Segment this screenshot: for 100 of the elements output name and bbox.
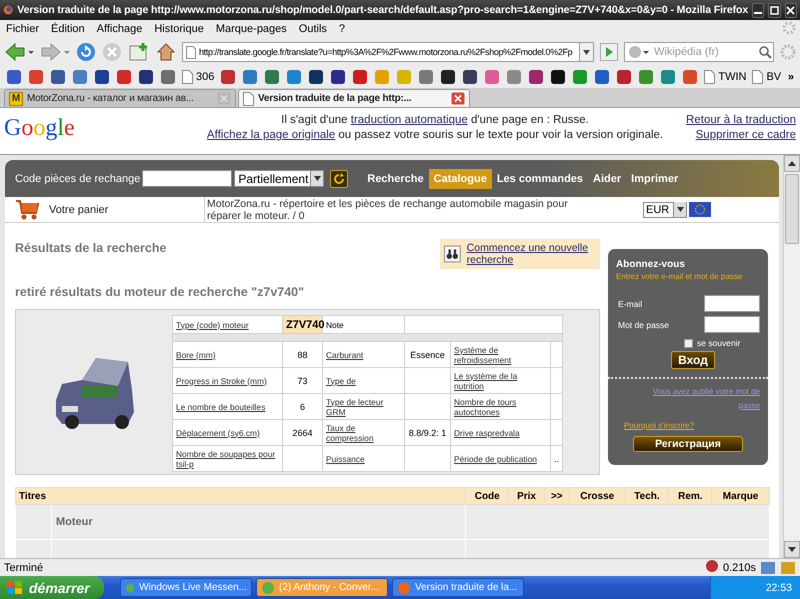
scroll-up-icon[interactable] [788, 161, 796, 166]
bookmark-icon[interactable] [330, 69, 346, 85]
page-icon [182, 70, 193, 84]
bookmark-icon[interactable] [440, 69, 456, 85]
spec-value: 8.8/9.2: 1 [408, 428, 446, 438]
maximize-button[interactable] [768, 2, 781, 18]
notice-link[interactable]: traduction automatique [350, 114, 468, 126]
more-bookmarks-button[interactable]: » [788, 71, 794, 83]
scroll-down-icon[interactable] [788, 547, 796, 552]
column-header: Prix [517, 490, 536, 502]
site-nav-link[interactable]: Aider [588, 168, 626, 188]
login-hint: Entrez votre e-mail et mot de passe [616, 272, 744, 281]
cart-link[interactable]: Votre panier [49, 204, 108, 216]
column-header: Code [474, 490, 500, 502]
spec-value: 6 [300, 402, 305, 412]
engine-code: Z7V740 [286, 318, 325, 330]
search-button[interactable] [330, 170, 348, 188]
addon-icon [760, 560, 776, 574]
bookmark-link[interactable]: 306 [196, 71, 214, 83]
bookmark-link[interactable]: BV [766, 71, 782, 83]
page-icon [243, 92, 254, 106]
input-field[interactable] [704, 316, 760, 333]
remember-checkbox[interactable] [684, 338, 693, 348]
bookmark-link[interactable]: TWIN [718, 71, 746, 83]
part-code-field[interactable] [142, 170, 232, 187]
match-dropdown[interactable]: Partiellement [234, 170, 324, 187]
spec-value: .. [554, 454, 560, 464]
menu-item[interactable]: Affichage [92, 23, 150, 35]
menu-item[interactable]: Outils [294, 23, 335, 35]
column-header: >> [550, 490, 563, 502]
clock: 22:53 [766, 582, 792, 594]
spec-value: 2664 [292, 428, 313, 438]
column-header: Marque [722, 490, 758, 502]
search-engine-icon[interactable] [627, 44, 649, 60]
close-icon[interactable] [451, 92, 465, 105]
scrollbar[interactable] [783, 155, 800, 558]
site-nav-link[interactable]: Recherche [362, 168, 429, 188]
results-title: Résultats de la recherche [15, 240, 166, 255]
forward-icon[interactable] [40, 42, 70, 62]
taskbar-button[interactable]: Version traduite de la... [392, 578, 524, 597]
scroll-thumb[interactable] [785, 174, 799, 244]
bookmark-icon[interactable] [462, 69, 478, 85]
translation-notice: Affichez la page originale ou passez votre souris sur le texte pour voir la version originale. [206, 128, 664, 143]
register-button[interactable]: Регистрация [633, 436, 743, 452]
reload-icon[interactable] [76, 42, 96, 62]
caret-icon [314, 176, 321, 181]
menu-item[interactable]: ? [334, 23, 354, 35]
browser-tab[interactable]: Version traduite de la page http:... [238, 89, 470, 107]
site-nav-link[interactable]: Imprimer [626, 168, 684, 188]
part-code-label: Code pièces de rechange [15, 172, 140, 184]
flag-icon [689, 202, 711, 217]
site-nav-link[interactable]: Les commandes [492, 168, 588, 188]
bookmark-icon[interactable] [94, 69, 110, 85]
menu-item[interactable]: Édition [47, 23, 93, 35]
bookmark-icon[interactable] [528, 69, 544, 85]
taskbar-button[interactable]: Windows Live Messen... [120, 578, 252, 597]
caret-icon [583, 50, 590, 54]
search-box[interactable]: Wikipédia (fr) [624, 42, 774, 62]
login-title: Abonnez-vous [616, 259, 686, 270]
frame-link[interactable]: Retour à la traduction [686, 113, 796, 128]
currency-dropdown[interactable]: EUR [643, 202, 687, 218]
input-field[interactable] [704, 295, 760, 312]
close-button[interactable] [784, 2, 797, 18]
menu-item[interactable]: Historique [150, 23, 212, 35]
back-icon[interactable] [4, 42, 34, 62]
column-header: Titres [19, 490, 46, 502]
login-button[interactable]: Вход [671, 351, 715, 369]
load-time: 0.210s [722, 562, 756, 574]
column-header: Crosse [580, 490, 614, 502]
status-icon [704, 559, 719, 573]
minimize-button[interactable] [752, 2, 764, 18]
menu-item[interactable]: Marque-pages [212, 23, 295, 35]
column-header: Tech. [634, 490, 660, 502]
home-icon[interactable] [156, 42, 176, 62]
bookmark-icon[interactable] [308, 69, 324, 85]
bookmark-icon[interactable] [550, 69, 566, 85]
spec-value: Essence [410, 350, 445, 360]
frame-link[interactable]: Supprimer ce cadre [696, 128, 796, 143]
field-label: E-mail [618, 298, 642, 308]
page-icon [704, 70, 716, 84]
column-header: Rem. [678, 490, 703, 502]
close-icon [786, 6, 796, 14]
site-logo: M [9, 92, 23, 106]
start-button[interactable]: démarrer [0, 576, 104, 599]
translation-notice: Il s'agit d'une traduction automatique d'une page en : Russe. [280, 113, 590, 128]
browser-tab[interactable]: M MotorZona.ru - каталог и магазин ав... [4, 89, 236, 107]
menu-item[interactable]: Fichier [2, 23, 48, 35]
app-icon [261, 580, 275, 594]
app-icon [397, 580, 411, 594]
address-field[interactable]: http://translate.google.fr/translate?u=http%3A%2F%2Fwww.motorzona.ru%2Fshop%2Fmodel.0%2Fp [182, 42, 580, 62]
app-icon [125, 580, 136, 594]
page-icon [186, 46, 196, 58]
bookmark-icon[interactable] [138, 69, 154, 85]
new-tab-icon[interactable] [128, 42, 150, 62]
notice-link[interactable]: Affichez la page originale [206, 129, 336, 141]
go-icon[interactable] [600, 43, 618, 61]
status-text: Terminé [4, 562, 44, 574]
throbber-icon [782, 20, 796, 34]
search-icon[interactable] [757, 44, 773, 60]
dropdown-button[interactable] [580, 42, 594, 62]
